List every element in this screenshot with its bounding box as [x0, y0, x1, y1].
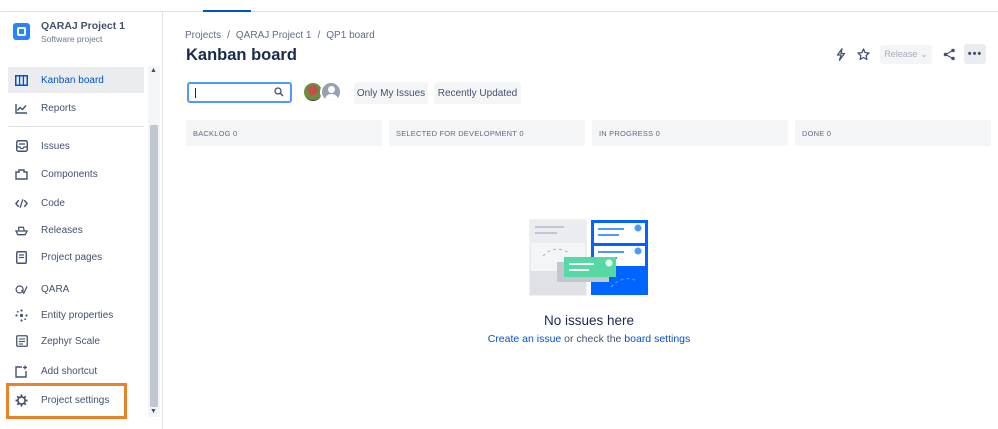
board-columns-icon — [15, 74, 28, 87]
sidebar-item-label: Add shortcut — [41, 365, 98, 377]
inbox-icon — [15, 140, 28, 153]
project-header[interactable]: QARAJ Project 1 Software project — [13, 20, 125, 45]
column-header-done: DONE 0 — [795, 120, 991, 146]
recently-updated-filter[interactable]: Recently Updated — [434, 82, 521, 104]
sidebar-item-releases[interactable]: Releases — [8, 217, 144, 243]
project-name: QARAJ Project 1 — [41, 20, 126, 32]
ship-icon — [15, 224, 28, 237]
column-header-selected-for-development: SELECTED FOR DEVELOPMENT 0 — [389, 120, 585, 146]
sidebar-item-components[interactable]: Components — [8, 161, 144, 187]
create-issue-link[interactable]: Create an issue — [488, 333, 562, 345]
column-header-backlog: BACKLOG 0 — [186, 120, 382, 146]
breadcrumb-projects[interactable]: Projects — [185, 30, 221, 41]
star-icon[interactable] — [852, 44, 874, 64]
sidebar-item-project-pages[interactable]: Project pages — [8, 244, 144, 270]
scroll-up-arrow-icon[interactable]: ▲ — [150, 67, 157, 74]
breadcrumb-separator: / — [317, 30, 321, 41]
sidebar-item-label: Releases — [41, 224, 83, 236]
column-header-in-progress: IN PROGRESS 0 — [592, 120, 788, 146]
unassigned-avatar-icon[interactable] — [320, 81, 342, 103]
sidebar-item-qara[interactable]: QARA — [8, 276, 144, 302]
chevron-down-icon: ⌄ — [920, 48, 928, 59]
empty-state-message: Create an issue or check the board setti… — [0, 333, 998, 345]
search-input[interactable] — [189, 84, 269, 101]
board-search-field[interactable] — [187, 82, 292, 103]
highlight-annotation-box — [6, 383, 127, 419]
qara-icon — [15, 283, 28, 296]
sidebar-item-label: Kanban board — [41, 74, 104, 86]
text-cursor — [195, 88, 196, 98]
release-label: Release — [884, 49, 918, 59]
sidebar-item-add-shortcut[interactable]: Add shortcut — [8, 358, 144, 384]
breadcrumb-separator: / — [227, 30, 230, 41]
page-icon — [15, 250, 28, 264]
sidebar-item-kanban-board[interactable]: Kanban board — [8, 67, 144, 93]
board-settings-link[interactable]: board settings — [624, 333, 690, 345]
sidebar-item-reports[interactable]: Reports — [8, 95, 144, 121]
sidebar-item-issues[interactable]: Issues — [8, 133, 144, 159]
sidebar-item-label: Issues — [41, 140, 70, 152]
more-options-button[interactable]: ••• — [964, 44, 986, 64]
sidebar-item-label: Reports — [41, 102, 77, 114]
sidebar-item-code[interactable]: Code — [8, 190, 144, 216]
empty-board-illustration — [529, 219, 649, 300]
top-tab-indicator — [203, 10, 251, 12]
breadcrumb-project[interactable]: QARAJ Project 1 — [236, 30, 312, 41]
scroll-down-arrow-icon[interactable]: ▼ — [150, 408, 157, 415]
sidebar-scrollbar-thumb[interactable] — [150, 125, 158, 407]
component-icon — [15, 168, 28, 181]
page-title: Kanban board — [186, 46, 297, 64]
header-actions: Release ⌄ ••• — [830, 44, 986, 64]
project-avatar-icon — [13, 23, 30, 40]
sidebar-item-label: Components — [41, 168, 98, 180]
code-icon — [15, 197, 28, 210]
empty-state-title: No issues here — [543, 313, 635, 328]
breadcrumb: Projects / QARAJ Project 1 / QP1 board — [185, 30, 375, 41]
release-button[interactable]: Release ⌄ — [880, 44, 932, 64]
breadcrumb-board[interactable]: QP1 board — [326, 30, 374, 41]
sidebar-item-label: Code — [41, 197, 65, 209]
top-border — [0, 0, 998, 12]
chart-line-icon — [15, 102, 28, 115]
add-shortcut-icon — [15, 365, 28, 378]
sidebar-item-label: QARA — [41, 283, 70, 295]
sidebar-item-label: Project pages — [41, 251, 103, 263]
only-my-issues-filter[interactable]: Only My Issues — [354, 82, 428, 104]
sidebar-divider — [8, 126, 144, 127]
empty-state-middle-text: or check the — [561, 333, 625, 345]
share-icon[interactable] — [938, 44, 960, 64]
search-icon — [274, 87, 284, 100]
lightning-icon[interactable] — [830, 44, 852, 64]
project-type: Software project — [41, 34, 103, 44]
